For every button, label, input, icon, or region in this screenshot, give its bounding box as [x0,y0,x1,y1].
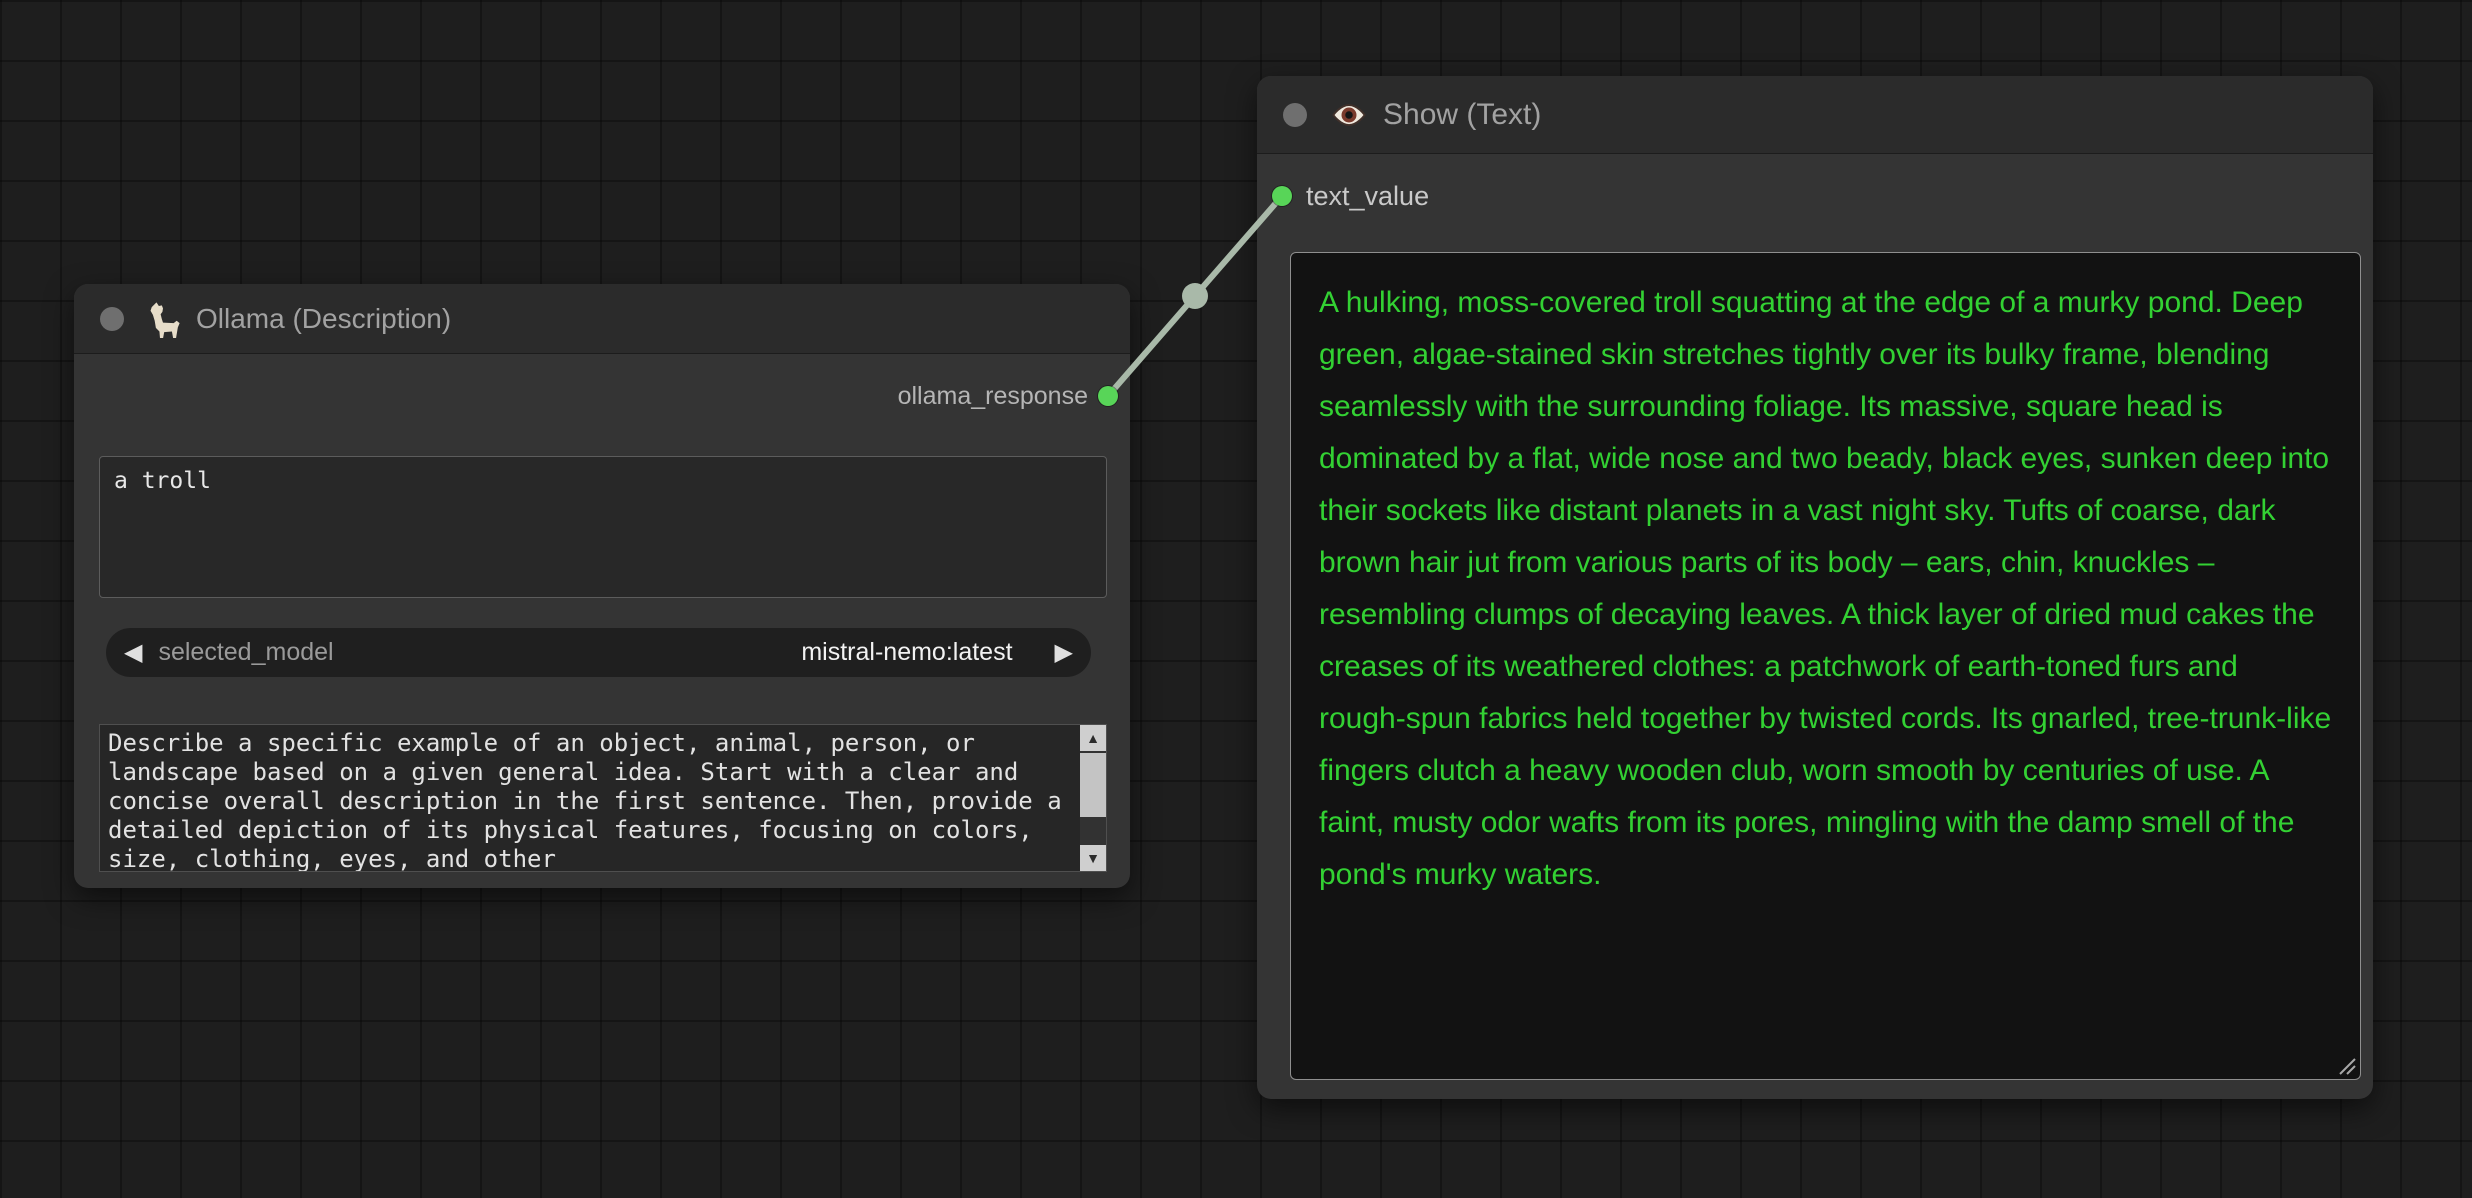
link-ollama-response-to-text-value [1105,193,1285,399]
node-show-text[interactable]: Show (Text) text_value A hulking, moss-c… [1257,76,2373,1099]
scrollbar-track[interactable] [1080,751,1106,845]
textarea-scrollbar[interactable]: ▲ ▼ [1080,725,1106,871]
combo-value: mistral-nemo:latest [801,638,1013,666]
scroll-down-icon[interactable]: ▼ [1080,845,1106,871]
scroll-up-icon[interactable]: ▲ [1080,725,1106,751]
combo-prev-icon[interactable]: ◀ [124,640,142,665]
node-title: Show (Text) [1383,97,1542,131]
resize-handle[interactable] [2335,1054,2357,1076]
node-ollama-description[interactable]: Ollama (Description) ollama_response a t… [74,284,1130,888]
collapse-dot[interactable] [1283,102,1307,127]
collapse-dot[interactable] [100,306,124,331]
system-prompt-text[interactable]: Describe a specific example of an object… [100,725,1080,871]
scrollbar-thumb[interactable] [1080,753,1106,817]
selected-model-combo[interactable]: ◀ selected_model mistral-nemo:latest ▶ [106,628,1091,677]
system-prompt-textarea[interactable]: Describe a specific example of an object… [99,724,1107,872]
llama-icon [144,300,182,338]
prompt-text-input[interactable]: a troll [99,456,1107,598]
show-text-box[interactable]: A hulking, moss-covered troll squatting … [1290,252,2361,1080]
show-text-value[interactable]: A hulking, moss-covered troll squatting … [1319,277,2332,901]
link-midpoint-dot[interactable] [1182,283,1208,309]
input-slot-label: text_value [1306,180,1430,211]
input-slot-row: text_value [1306,180,1430,211]
node-title: Ollama (Description) [196,302,452,334]
output-slot-dot-ollama-response[interactable] [1098,386,1118,406]
combo-label: selected_model [158,638,334,666]
input-slot-dot-text-value[interactable] [1272,186,1292,206]
output-slot-label: ollama_response [897,381,1088,410]
node-titlebar[interactable]: Show (Text) [1257,76,2373,154]
eye-icon [1329,95,1369,135]
node-titlebar[interactable]: Ollama (Description) [74,284,1130,354]
node-graph-canvas[interactable]: Ollama (Description) ollama_response a t… [0,0,2472,1198]
combo-next-icon[interactable]: ▶ [1055,640,1073,665]
output-slot-row: ollama_response [898,382,1088,410]
